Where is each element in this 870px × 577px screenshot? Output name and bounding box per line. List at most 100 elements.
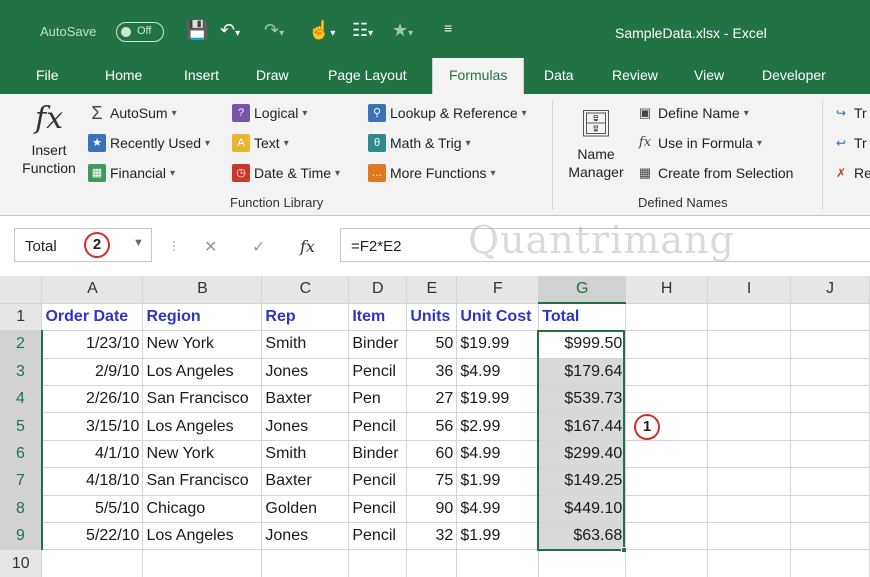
data-cell[interactable]: 4/18/10 [41,467,144,496]
data-cell[interactable]: Smith [261,440,350,469]
data-cell[interactable]: 1/23/10 [41,330,144,359]
tab-page-layout[interactable]: Page Layout [328,67,407,83]
column-header-e[interactable]: E [406,276,458,304]
empty-cell[interactable] [625,495,709,524]
empty-cell[interactable] [707,412,792,441]
save-icon[interactable]: 💾 [186,20,208,41]
empty-cell[interactable] [625,330,709,359]
remove-arrows-button[interactable]: ✗ Re [832,164,870,182]
data-cell[interactable]: $539.73 [538,385,627,414]
empty-cell[interactable] [707,440,792,469]
column-header-h[interactable]: H [625,276,709,304]
more-functions-button[interactable]: … More Functions ▾ [368,164,496,182]
empty-cell[interactable] [707,549,792,577]
empty-cell[interactable] [142,549,263,577]
data-cell[interactable]: 2/26/10 [41,385,144,414]
data-cell[interactable]: 3/15/10 [41,412,144,441]
name-box[interactable]: Total ▼ [14,228,152,262]
data-cell[interactable]: $19.99 [456,385,540,414]
tab-home[interactable]: Home [105,67,142,83]
data-cell[interactable]: Jones [261,358,350,387]
autosum-button[interactable]: Σ AutoSum ▾ [88,104,176,122]
row-header[interactable]: 2 [0,330,43,359]
tab-data[interactable]: Data [544,67,574,83]
data-cell[interactable]: Pencil [348,358,408,387]
empty-cell[interactable] [625,358,709,387]
column-header-f[interactable]: F [456,276,540,304]
lookup-reference-button[interactable]: ⚲ Lookup & Reference ▾ [368,104,527,122]
empty-cell[interactable] [707,303,792,332]
use-in-formula-button[interactable]: fx Use in Formula ▾ [636,134,762,152]
row-header[interactable]: 6 [0,440,43,469]
trace-precedents-button[interactable]: ↪ Tr [832,104,867,122]
empty-cell[interactable] [538,549,627,577]
data-cell[interactable]: 60 [406,440,458,469]
redo-icon[interactable]: ↷▾ [264,20,284,41]
date-time-button[interactable]: ◷ Date & Time ▾ [232,164,340,182]
empty-cell[interactable] [456,549,540,577]
data-cell[interactable]: 27 [406,385,458,414]
data-cell[interactable]: Pencil [348,522,408,551]
data-cell[interactable]: $1.99 [456,522,540,551]
row-header[interactable]: 1 [0,303,43,332]
column-header-c[interactable]: C [261,276,350,304]
row-header[interactable]: 8 [0,495,43,524]
touch-mode-icon[interactable]: ☝▾ [308,20,335,41]
empty-cell[interactable] [707,522,792,551]
data-cell[interactable]: Pencil [348,495,408,524]
data-cell[interactable]: Los Angeles [142,358,263,387]
data-cell[interactable]: New York [142,440,263,469]
data-cell[interactable]: Pencil [348,467,408,496]
empty-cell[interactable] [790,412,870,441]
text-button[interactable]: A Text ▾ [232,134,289,152]
data-cell[interactable]: Jones [261,522,350,551]
row-header[interactable]: 9 [0,522,43,551]
row-header[interactable]: 7 [0,467,43,496]
data-cell[interactable]: Golden [261,495,350,524]
tab-developer[interactable]: Developer [762,67,826,83]
data-cell[interactable]: $63.68 [538,522,627,551]
customize-qat-icon[interactable]: ≡ [444,20,452,36]
define-name-button[interactable]: ▣ Define Name ▾ [636,104,749,122]
data-cell[interactable]: 56 [406,412,458,441]
data-cell[interactable]: 5/5/10 [41,495,144,524]
data-cell[interactable]: $4.99 [456,358,540,387]
empty-cell[interactable] [790,440,870,469]
data-cell[interactable]: Los Angeles [142,522,263,551]
empty-cell[interactable] [625,303,709,332]
data-cell[interactable]: 75 [406,467,458,496]
insert-function-button[interactable]: fx Insert Function [16,102,82,190]
data-cell[interactable]: Binder [348,330,408,359]
header-cell[interactable]: Region [142,303,263,332]
header-cell[interactable]: Item [348,303,408,332]
data-cell[interactable]: San Francisco [142,467,263,496]
data-cell[interactable]: Los Angeles [142,412,263,441]
column-header-g[interactable]: G [538,276,627,305]
data-cell[interactable]: 5/22/10 [41,522,144,551]
row-header[interactable]: 5 [0,412,43,441]
header-cell[interactable]: Order Date [41,303,144,332]
trace-dependents-button[interactable]: ↩ Tr [832,134,867,152]
chevron-down-icon[interactable]: ▼ [133,237,144,249]
data-cell[interactable]: $299.40 [538,440,627,469]
data-cell[interactable]: 2/9/10 [41,358,144,387]
empty-cell[interactable] [707,467,792,496]
row-header[interactable]: 10 [0,549,43,577]
empty-cell[interactable] [625,467,709,496]
data-cell[interactable]: $149.25 [538,467,627,496]
empty-cell[interactable] [707,330,792,359]
data-cell[interactable]: $1.99 [456,467,540,496]
data-cell[interactable]: Baxter [261,385,350,414]
data-cell[interactable]: $167.44 [538,412,627,441]
empty-cell[interactable] [790,495,870,524]
empty-cell[interactable] [625,549,709,577]
data-cell[interactable]: $179.64 [538,358,627,387]
column-header-b[interactable]: B [142,276,263,304]
empty-cell[interactable] [790,330,870,359]
data-cell[interactable]: 90 [406,495,458,524]
recently-used-button[interactable]: ★ Recently Used ▾ [88,134,210,152]
data-cell[interactable]: New York [142,330,263,359]
tab-insert[interactable]: Insert [184,67,219,83]
financial-button[interactable]: ▦ Financial ▾ [88,164,175,182]
data-cell[interactable]: 36 [406,358,458,387]
